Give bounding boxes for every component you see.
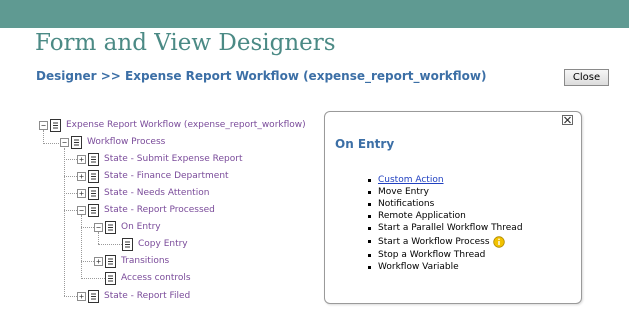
bullet <box>368 214 371 218</box>
tree-label[interactable]: Copy Entry <box>138 239 188 249</box>
tree-label[interactable]: Workflow Process <box>87 137 165 147</box>
bullet <box>368 253 371 257</box>
action-item-custom-action[interactable]: Custom Action <box>368 174 523 186</box>
action-item-parallel-thread[interactable]: Start a Parallel Workflow Thread <box>368 222 523 234</box>
close-icon[interactable] <box>562 115 573 125</box>
action-item-start-workflow-process[interactable]: Start a Workflow Process <box>368 234 523 249</box>
toggle-spacer <box>111 240 122 249</box>
collapse-toggle[interactable]: − <box>77 205 86 215</box>
action-label[interactable]: Custom Action <box>378 175 444 185</box>
tree-node-transitions[interactable]: + Transitions <box>94 253 169 269</box>
action-label[interactable]: Move Entry <box>378 187 429 197</box>
action-item-notifications[interactable]: Notifications <box>368 198 523 210</box>
action-label[interactable]: Start a Workflow Process <box>378 237 490 247</box>
expand-toggle[interactable]: + <box>77 171 86 181</box>
tree-label[interactable]: State - Needs Attention <box>104 188 209 198</box>
tree-connector <box>81 215 82 279</box>
info-icon[interactable] <box>492 235 505 248</box>
tree-connector <box>81 227 94 228</box>
action-item-workflow-variable[interactable]: Workflow Variable <box>368 261 523 273</box>
document-icon <box>105 220 116 234</box>
tree-label[interactable]: Access controls <box>121 273 191 283</box>
document-icon <box>88 203 99 217</box>
tree-node-copy-entry[interactable]: Copy Entry <box>111 236 188 252</box>
action-item-stop-workflow-thread[interactable]: Stop a Workflow Thread <box>368 249 523 261</box>
expand-toggle[interactable]: + <box>77 154 86 164</box>
action-list: Custom Action Move Entry Notifications R… <box>368 174 523 273</box>
expand-toggle[interactable]: + <box>94 256 103 266</box>
tree-connector <box>64 296 77 297</box>
bullet <box>368 190 371 194</box>
tree-connector <box>64 148 65 296</box>
document-icon <box>105 254 116 268</box>
tree-label[interactable]: Expense Report Workflow (expense_report_… <box>66 120 306 130</box>
bullet <box>368 240 371 243</box>
tree-label[interactable]: State - Report Filed <box>104 291 190 301</box>
bullet <box>368 226 371 230</box>
action-label[interactable]: Remote Application <box>378 211 466 221</box>
tree-node-access-controls[interactable]: Access controls <box>94 270 191 286</box>
tree-label[interactable]: State - Report Processed <box>104 205 215 215</box>
bullet <box>368 265 371 269</box>
top-banner <box>0 0 629 28</box>
tree-connector <box>64 210 77 211</box>
document-icon <box>122 237 133 251</box>
expand-toggle[interactable]: + <box>77 188 86 198</box>
collapse-toggle[interactable]: − <box>39 120 48 130</box>
tree-node-workflow-process[interactable]: − Workflow Process <box>60 134 165 150</box>
tree-node-on-entry[interactable]: − On Entry <box>94 219 161 235</box>
tree-connector <box>64 193 77 194</box>
bullet <box>368 202 371 206</box>
bullet <box>368 178 371 182</box>
action-label[interactable]: Start a Parallel Workflow Thread <box>378 223 523 233</box>
document-icon <box>88 169 99 183</box>
tree-node-state[interactable]: + State - Report Filed <box>77 288 190 304</box>
tree-node-state[interactable]: − State - Report Processed <box>77 202 215 218</box>
page-title: Form and View Designers <box>35 30 336 56</box>
tree-label[interactable]: State - Submit Expense Report <box>104 154 242 164</box>
tree-connector <box>43 143 61 144</box>
tree-label[interactable]: On Entry <box>121 222 161 232</box>
document-icon <box>105 271 116 285</box>
tree-node-state[interactable]: + State - Finance Department <box>77 168 229 184</box>
action-label[interactable]: Notifications <box>378 199 434 209</box>
panel-title: On Entry <box>335 137 395 151</box>
tree-label[interactable]: Transitions <box>121 256 169 266</box>
tree-connector <box>64 159 77 160</box>
toggle-spacer <box>94 274 105 283</box>
tree-node-root[interactable]: − Expense Report Workflow (expense_repor… <box>39 117 306 133</box>
tree-connector <box>64 176 77 177</box>
action-label[interactable]: Stop a Workflow Thread <box>378 250 485 260</box>
document-icon <box>88 186 99 200</box>
collapse-toggle[interactable]: − <box>94 222 103 232</box>
action-item-move-entry[interactable]: Move Entry <box>368 186 523 198</box>
breadcrumb: Designer >> Expense Report Workflow (exp… <box>36 69 487 83</box>
collapse-toggle[interactable]: − <box>60 137 69 147</box>
document-icon <box>71 135 82 149</box>
tree-label[interactable]: State - Finance Department <box>104 171 229 181</box>
close-button[interactable]: Close <box>564 69 609 86</box>
tree-connector <box>81 261 94 262</box>
document-icon <box>88 152 99 166</box>
expand-toggle[interactable]: + <box>77 291 86 301</box>
tree-node-state[interactable]: + State - Needs Attention <box>77 185 209 201</box>
document-icon <box>88 289 99 303</box>
on-entry-panel: On Entry Custom Action Move Entry Notifi… <box>324 111 582 304</box>
action-item-remote-application[interactable]: Remote Application <box>368 210 523 222</box>
action-label[interactable]: Workflow Variable <box>378 262 459 272</box>
tree-node-state[interactable]: + State - Submit Expense Report <box>77 151 242 167</box>
document-icon <box>50 118 61 132</box>
